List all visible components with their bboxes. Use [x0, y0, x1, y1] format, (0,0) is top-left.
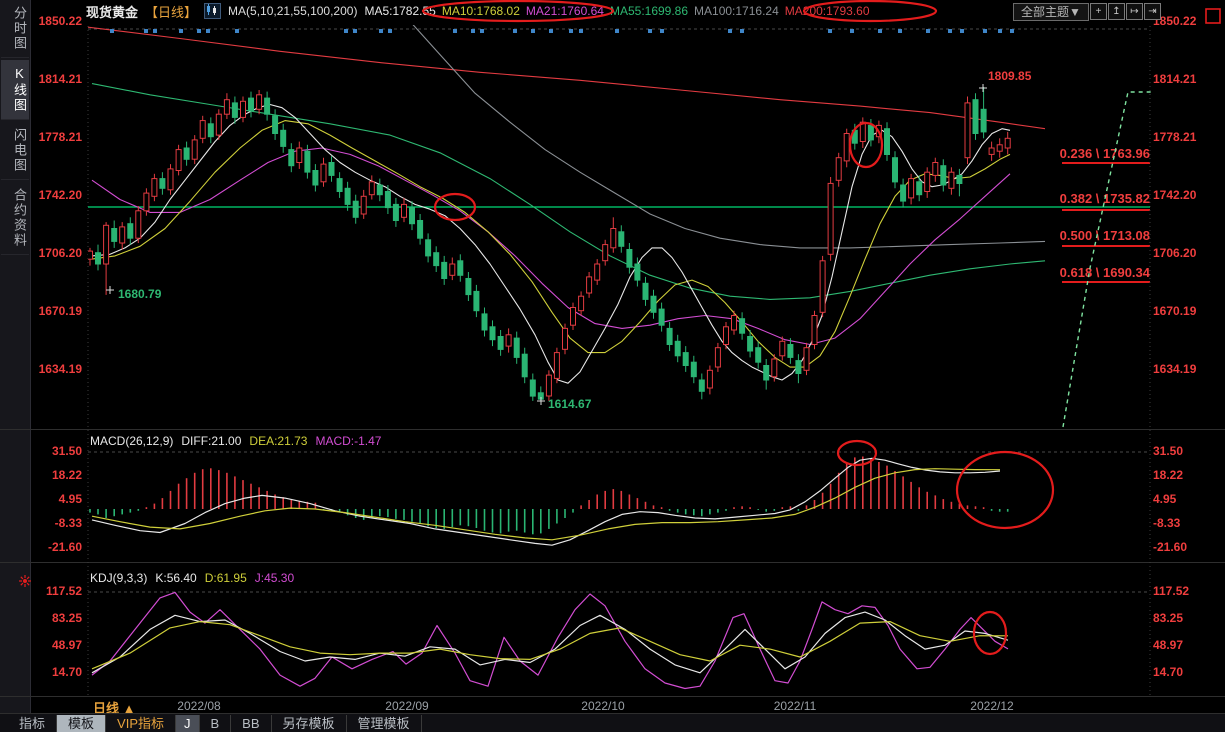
price-axis-label: 14.70: [30, 666, 82, 679]
fib-level-line: [1062, 245, 1150, 247]
price-axis-label: 1742.20: [1153, 189, 1196, 202]
price-axis-label: 1778.21: [30, 131, 82, 144]
indicator-value: MACD:-1.47: [315, 434, 381, 448]
theme-dropdown-button[interactable]: 全部主题▼: [1013, 3, 1089, 21]
chart-type-sidebar: 分时图K线图闪电图合约资料: [0, 0, 31, 732]
price-axis-label: 1814.21: [30, 73, 82, 86]
indicator-value: K:56.40: [155, 571, 196, 585]
indicator-value: J:45.30: [255, 571, 294, 585]
price-axis-label: 1670.19: [1153, 305, 1196, 318]
price-axis-label: 48.97: [1153, 639, 1183, 652]
sidebar-item-闪电图[interactable]: 闪电图: [1, 122, 29, 180]
tab-模板[interactable]: 模板: [57, 715, 106, 732]
fib-level-line: [1062, 162, 1150, 164]
date-label: 2022/08: [171, 699, 227, 713]
price-axis-label: 18.22: [30, 469, 82, 482]
price-axis-label: 83.25: [30, 612, 82, 625]
crosshair-icon[interactable]: +: [1090, 3, 1107, 20]
extreme-price-label: 1614.67: [548, 397, 591, 411]
extreme-price-label: 1680.79: [118, 287, 161, 301]
tab-另存模板[interactable]: 另存模板: [272, 715, 347, 732]
sidebar-item-K线图[interactable]: K线图: [1, 60, 29, 120]
sidebar-item-分时图[interactable]: 分时图: [1, 0, 29, 58]
indicator-value: DEA:21.73: [249, 434, 307, 448]
trading-app: 分时图K线图闪电图合约资料 现货黄金 【日线】 MA(5,10,21,55,10…: [0, 0, 1225, 732]
header-ma-value: MA55:1699.86: [610, 4, 688, 18]
price-axis-label: 4.95: [1153, 493, 1176, 506]
header-ma-value: MA21:1760.64: [526, 4, 604, 18]
price-axis-label: -21.60: [30, 541, 82, 554]
tab-J[interactable]: J: [176, 715, 200, 732]
fib-level-label: 0.618 \ 1690.34: [1020, 265, 1150, 280]
fib-level-line: [1062, 281, 1150, 283]
price-axis-label: 1706.20: [30, 247, 82, 260]
macd-header: MACD(26,12,9) DIFF:21.00 DEA:21.73 MACD:-1.…: [90, 434, 397, 448]
price-axis-label: 31.50: [1153, 445, 1183, 458]
chart-header: 现货黄金 【日线】 MA(5,10,21,55,100,200) MA5:178…: [86, 0, 876, 22]
header-ma-value: MA10:1768.02: [442, 4, 520, 18]
price-axis-label: 14.70: [1153, 666, 1183, 679]
date-label: 2022/09: [379, 699, 435, 713]
price-axis-label: 4.95: [30, 493, 82, 506]
price-axis-label: 31.50: [30, 445, 82, 458]
ma-values: MA5:1782.55 MA10:1768.02 MA21:1760.64 MA55:…: [364, 4, 875, 18]
price-axis-label: -8.33: [30, 517, 82, 530]
symbol-name: 现货黄金: [86, 2, 138, 21]
fib-level-label: 0.500 \ 1713.08: [1020, 228, 1150, 243]
price-axis-label: 1778.21: [1153, 131, 1196, 144]
indicator-value: D:61.95: [205, 571, 247, 585]
tab-管理模板[interactable]: 管理模板: [347, 715, 422, 732]
bottom-tab-bar: 指标模板VIP指标JBBB另存模板管理模板: [0, 713, 1225, 732]
period-tag: 【日线】: [145, 2, 197, 21]
macd-title: MACD(26,12,9): [90, 434, 173, 448]
fib-level-label: 0.236 \ 1763.96: [1020, 146, 1150, 161]
price-axis-label: 18.22: [1153, 469, 1183, 482]
price-axis-label: 1634.19: [1153, 363, 1196, 376]
tab-指标[interactable]: 指标: [8, 715, 57, 732]
kdj-header: KDJ(9,3,3) K:56.40 D:61.95 J:45.30: [90, 571, 310, 585]
header-ma-value: MA100:1716.24: [694, 4, 779, 18]
price-axis-label: -8.33: [1153, 517, 1180, 530]
price-axis-label: 1634.19: [30, 363, 82, 376]
price-axis-label: -21.60: [1153, 541, 1187, 554]
ma-settings: MA(5,10,21,55,100,200): [228, 4, 357, 18]
pane-up-icon[interactable]: ↥: [1108, 3, 1125, 20]
tab-BB[interactable]: BB: [231, 715, 271, 732]
kdj-title: KDJ(9,3,3): [90, 571, 147, 585]
header-ma-value: MA200:1793.60: [785, 4, 870, 18]
price-axis-label: 1742.20: [30, 189, 82, 202]
date-label: 2022/12: [964, 699, 1020, 713]
price-axis-label: 1706.20: [1153, 247, 1196, 260]
date-label: 2022/10: [575, 699, 631, 713]
price-axis-label: 1670.19: [30, 305, 82, 318]
sidebar-item-合约资料[interactable]: 合约资料: [1, 182, 29, 255]
indicator-value: DIFF:21.00: [181, 434, 241, 448]
tab-VIP指标[interactable]: VIP指标: [106, 715, 176, 732]
price-axis-label: 83.25: [1153, 612, 1183, 625]
fib-level-label: 0.382 \ 1735.82: [1020, 191, 1150, 206]
kline-icon: [204, 3, 221, 19]
price-axis-label: 48.97: [30, 639, 82, 652]
price-axis-label: 117.52: [1153, 585, 1189, 598]
price-axis-label: 1850.22: [30, 15, 82, 28]
price-axis-label: 1814.21: [1153, 73, 1196, 86]
date-label: 2022/11: [767, 699, 823, 713]
pane-right-icon[interactable]: ↦: [1126, 3, 1143, 20]
pane-collapse-icon[interactable]: ⇥: [1144, 3, 1161, 20]
tab-B[interactable]: B: [200, 715, 232, 732]
header-ma-value: MA5:1782.55: [364, 4, 435, 18]
extreme-price-label: 1809.85: [988, 69, 1031, 83]
chart-canvas[interactable]: [0, 0, 1225, 732]
price-axis-label: 117.52: [30, 585, 82, 598]
fib-level-line: [1062, 209, 1150, 211]
